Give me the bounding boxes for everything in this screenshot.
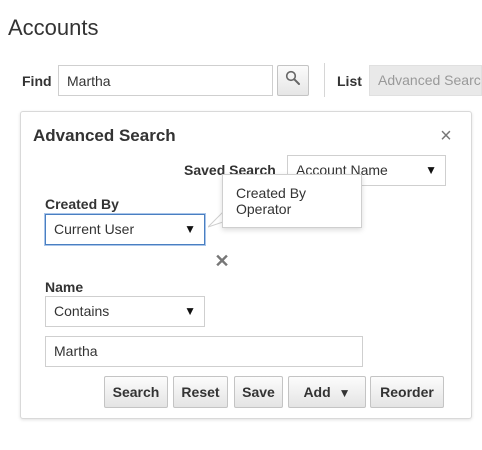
list-label: List [337,73,362,89]
close-icon[interactable]: × [437,126,455,146]
add-button[interactable]: Add ▼ [288,376,366,408]
name-operator-value: Contains [54,303,110,319]
find-input[interactable]: Martha [58,65,273,96]
find-label: Find [22,73,52,89]
caret-down-icon: ▼ [184,222,196,236]
caret-down-icon: ▼ [184,304,196,318]
list-select[interactable]: Advanced Search [369,65,482,96]
reorder-button[interactable]: Reorder [370,376,444,408]
toolbar-divider [324,63,325,97]
name-operator-select[interactable]: Contains ▼ [45,296,205,327]
name-label: Name [45,279,84,295]
caret-down-icon: ▼ [338,386,351,400]
caret-down-icon: ▼ [425,163,437,177]
name-input[interactable]: Martha [45,336,363,367]
search-icon [285,70,301,91]
panel-title: Advanced Search [33,126,176,145]
page-title: Accounts [8,15,99,40]
created-by-label: Created By [45,196,119,212]
save-button[interactable]: Save [234,376,283,408]
created-by-select[interactable]: Current User ▼ [45,214,205,245]
search-button[interactable]: Search [104,376,168,408]
created-by-value: Current User [54,221,135,237]
add-label: Add [303,384,331,400]
find-search-button[interactable] [277,65,309,96]
reset-button[interactable]: Reset [173,376,228,408]
tooltip: Created By Operator [222,174,362,228]
remove-icon[interactable]: ✕ [213,252,231,270]
